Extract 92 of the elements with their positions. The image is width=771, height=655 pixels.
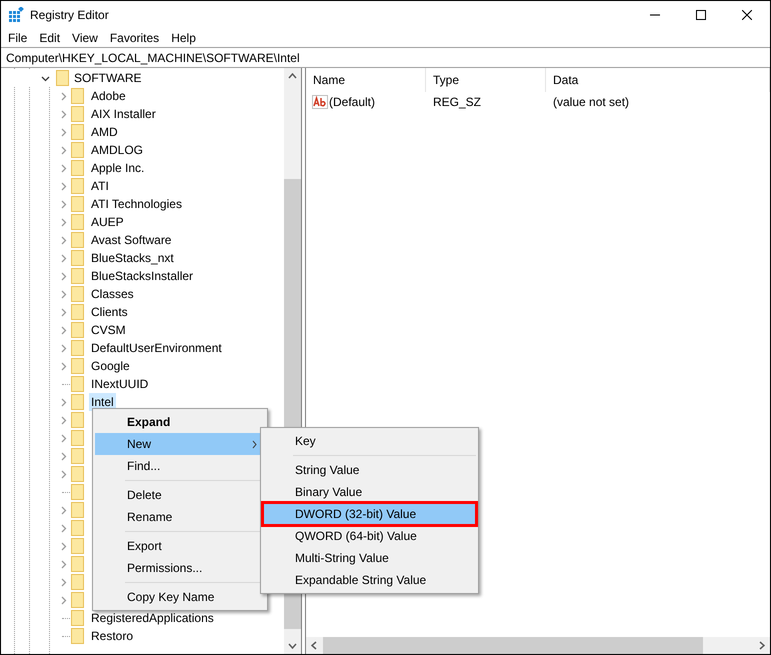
expand-chevron-icon[interactable] xyxy=(58,254,68,262)
expand-chevron-icon[interactable] xyxy=(58,362,68,370)
expand-chevron-icon[interactable] xyxy=(58,128,68,136)
folder-icon xyxy=(71,304,85,320)
expand-chevron-icon[interactable] xyxy=(58,272,68,280)
folder-icon xyxy=(71,628,85,644)
expand-chevron-icon[interactable] xyxy=(58,110,68,118)
scroll-right-icon[interactable] xyxy=(759,641,765,650)
menu-item[interactable]: String Value xyxy=(263,459,476,481)
folder-icon xyxy=(71,412,85,428)
folder-icon xyxy=(71,232,85,248)
expand-chevron-icon[interactable] xyxy=(58,344,68,352)
menu-item[interactable]: Binary Value xyxy=(263,481,476,503)
expand-chevron-icon[interactable] xyxy=(58,164,68,172)
folder-icon xyxy=(71,106,85,122)
maximize-icon xyxy=(696,10,706,20)
menu-item[interactable]: Help xyxy=(165,28,202,48)
expand-chevron-icon[interactable] xyxy=(58,524,68,532)
folder-icon xyxy=(71,178,85,194)
folder-icon xyxy=(71,430,85,446)
folder-icon xyxy=(71,394,85,410)
window-title: Registry Editor xyxy=(30,6,109,24)
folder-icon xyxy=(71,484,85,500)
expand-chevron-icon[interactable] xyxy=(58,182,68,190)
folder-icon xyxy=(71,556,85,572)
scrollbar-thumb[interactable] xyxy=(323,637,703,654)
column-header[interactable]: Data xyxy=(546,68,770,92)
folder-icon xyxy=(56,70,70,86)
expand-chevron-icon[interactable] xyxy=(58,470,68,478)
table-cell-text: (value not set) xyxy=(552,94,630,110)
folder-icon xyxy=(71,376,85,392)
expand-chevron-icon[interactable] xyxy=(58,236,68,244)
expand-chevron-icon[interactable] xyxy=(58,218,68,226)
folder-icon xyxy=(71,124,85,140)
expand-chevron-icon[interactable] xyxy=(58,560,68,568)
expand-chevron-icon[interactable] xyxy=(58,452,68,460)
expand-chevron-icon[interactable] xyxy=(58,596,68,604)
expand-chevron-icon[interactable] xyxy=(58,398,68,406)
folder-icon xyxy=(71,466,85,482)
close-icon xyxy=(742,10,752,20)
expand-chevron-icon[interactable] xyxy=(58,308,68,316)
folder-icon xyxy=(71,322,85,338)
menu-item[interactable]: Edit xyxy=(33,28,66,48)
menu-item[interactable]: DWORD (32-bit) Value xyxy=(263,503,476,525)
menu-item[interactable]: Expand xyxy=(95,411,265,433)
expand-chevron-icon[interactable] xyxy=(58,146,68,154)
scroll-left-icon[interactable] xyxy=(311,641,317,650)
menu-item[interactable]: Key xyxy=(263,430,476,452)
folder-icon xyxy=(71,358,85,374)
folder-icon xyxy=(71,142,85,158)
column-header[interactable]: Name xyxy=(306,68,426,92)
menu-item[interactable]: View xyxy=(66,28,104,48)
menu-item[interactable]: Expandable String Value xyxy=(263,569,476,591)
expand-chevron-icon[interactable] xyxy=(58,578,68,586)
collapse-chevron-icon[interactable] xyxy=(40,74,50,82)
folder-icon xyxy=(71,610,85,626)
folder-icon xyxy=(71,340,85,356)
table-cell-text: REG_SZ xyxy=(432,94,482,110)
folder-icon xyxy=(71,250,85,266)
expand-chevron-icon[interactable] xyxy=(58,416,68,424)
menu-item[interactable]: Multi-String Value xyxy=(263,547,476,569)
folder-icon xyxy=(71,448,85,464)
expand-chevron-icon[interactable] xyxy=(58,200,68,208)
menu-item[interactable]: Copy Key Name xyxy=(95,586,265,608)
expand-chevron-icon[interactable] xyxy=(58,542,68,550)
expand-chevron-icon[interactable] xyxy=(58,92,68,100)
scroll-down-icon[interactable] xyxy=(288,643,297,649)
folder-icon xyxy=(71,268,85,284)
folder-icon xyxy=(71,538,85,554)
registry-app-icon xyxy=(8,6,24,22)
tree-item[interactable]: SOFTWARE xyxy=(74,69,142,87)
string-value-icon xyxy=(312,94,328,108)
folder-icon xyxy=(71,592,85,608)
expand-chevron-icon[interactable] xyxy=(58,326,68,334)
folder-icon xyxy=(71,520,85,536)
folder-icon xyxy=(71,88,85,104)
scroll-up-icon[interactable] xyxy=(288,73,297,79)
expand-chevron-icon[interactable] xyxy=(58,506,68,514)
menu-item[interactable]: Favorites xyxy=(104,28,166,48)
folder-icon xyxy=(71,502,85,518)
folder-icon xyxy=(71,214,85,230)
menu-item[interactable]: QWORD (64-bit) Value xyxy=(263,525,476,547)
address-field[interactable]: Computer\HKEY_LOCAL_MACHINE\SOFTWARE\Intel xyxy=(1,48,770,66)
expand-chevron-icon[interactable] xyxy=(58,434,68,442)
expand-chevron-icon[interactable] xyxy=(58,290,68,298)
folder-icon xyxy=(71,196,85,212)
table-cell-text: (Default) xyxy=(329,94,376,110)
folder-icon xyxy=(71,574,85,590)
menu-item[interactable]: File xyxy=(2,28,34,48)
folder-icon xyxy=(71,286,85,302)
column-header[interactable]: Type xyxy=(426,68,546,92)
folder-icon xyxy=(71,160,85,176)
